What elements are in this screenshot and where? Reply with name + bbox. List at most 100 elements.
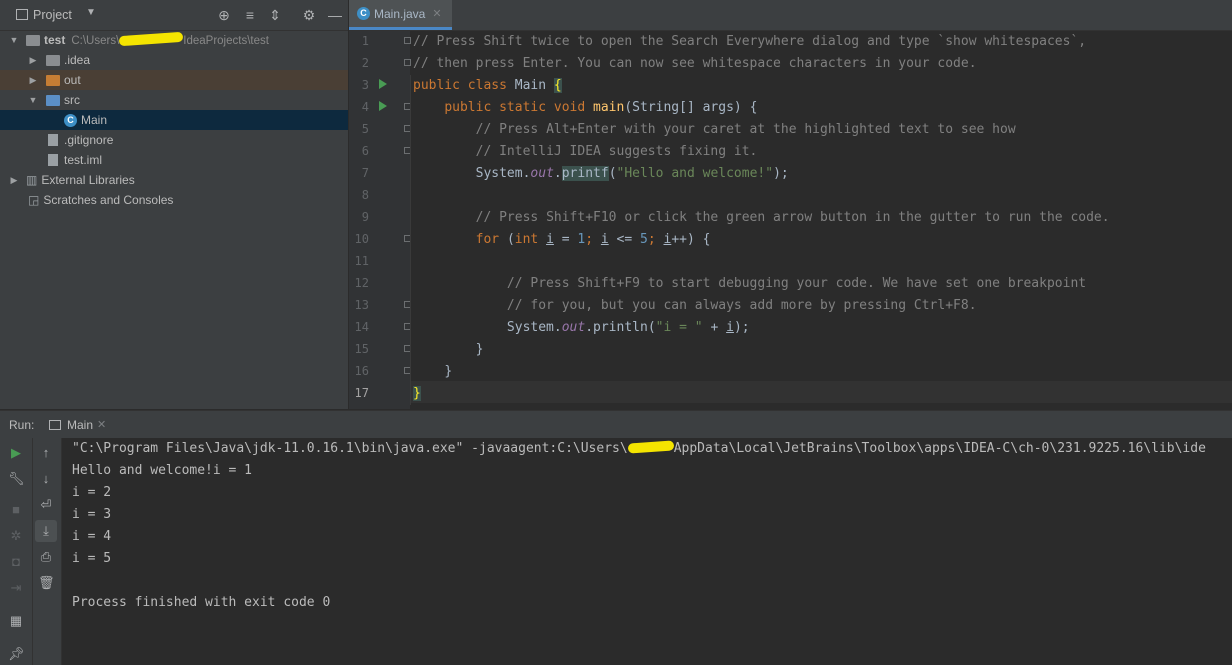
camera-icon[interactable]: ◘ [8, 554, 24, 570]
tree-item-scratches[interactable]: ◲ Scratches and Consoles [0, 190, 348, 210]
code-token: = [553, 232, 578, 247]
trash-icon[interactable]: 🗑︎ [38, 575, 55, 591]
tree-item-label: Main [81, 113, 108, 127]
brace: } [444, 364, 453, 379]
keyword: public static void [444, 100, 594, 115]
run-label: Run: [9, 418, 35, 432]
chevron-right-icon[interactable]: ▶ [8, 175, 20, 186]
console-icon [49, 419, 61, 430]
command-text: AppData\Local\JetBrains\Toolbox\apps\IDE… [673, 441, 1206, 456]
console-line: i = 3 [72, 507, 112, 522]
collapse-all-icon[interactable]: ⇕ [267, 7, 283, 23]
code-token: <= [608, 232, 641, 247]
code-token: ( [506, 232, 515, 247]
pin-icon[interactable]: 📌︎ [8, 646, 25, 662]
code-line-6: // IntelliJ IDEA suggests fixing it. [413, 141, 758, 163]
code-editor[interactable]: 1 2 3 4 5 6 7 8 9 10 11 12 13 14 15 16 1… [349, 31, 1232, 409]
tree-item-external-libraries[interactable]: ▶ ▥ External Libraries [0, 170, 348, 190]
print-icon[interactable]: ⎙ [38, 549, 54, 565]
code-line-9: // Press Shift+F10 or click the green ar… [413, 207, 1110, 229]
editor-tab-bar: C Main.java ✕ [349, 0, 1232, 31]
project-view-icon [16, 9, 28, 20]
minimize-icon[interactable]: — [327, 7, 343, 23]
java-class-icon: C [64, 113, 77, 127]
variable-i: i [546, 232, 554, 247]
run-tab-label: Main [67, 417, 94, 432]
tree-item-label: out [64, 73, 81, 87]
tree-item-test[interactable]: ▼ test C:\Users\ IdeaProjects\test [0, 30, 348, 50]
comment: // then press Enter. You can now see whi… [413, 56, 977, 71]
line-number: 7 [361, 166, 369, 180]
library-icon: ▥ [26, 173, 38, 187]
console-line: Hello and welcome!i = 1 [72, 463, 253, 478]
tree-item-src[interactable]: ▼ src [0, 90, 348, 110]
close-icon[interactable]: ✕ [432, 7, 441, 20]
chevron-right-icon[interactable]: ▶ [27, 75, 39, 86]
expand-all-icon[interactable]: ≡ [242, 7, 258, 23]
fold-marker-icon[interactable] [404, 59, 411, 66]
console-line: i = 2 [72, 485, 112, 500]
class-name: Main [514, 78, 554, 93]
code-line-16: } [413, 361, 452, 383]
gear-icon[interactable]: ⚙ [301, 7, 317, 23]
run-main-icon[interactable] [379, 101, 387, 111]
wrench-icon[interactable]: 🔧︎ [8, 471, 25, 487]
tree-item-main[interactable]: C Main [0, 110, 348, 130]
chevron-down-icon[interactable]: ▼ [27, 95, 39, 105]
code-line-10: for (int i = 1; i <= 5; i++) { [413, 229, 711, 251]
tree-item-gitignore[interactable]: .gitignore [0, 130, 348, 150]
arrow-up-icon[interactable]: ↑ [38, 445, 54, 461]
code-line-13: // for you, but you can always add more … [413, 295, 977, 317]
tree-item-out[interactable]: ▶ out [0, 70, 348, 90]
line-number: 15 [354, 342, 369, 356]
tab-main-java[interactable]: C Main.java ✕ [349, 0, 452, 30]
number-literal: 5 [640, 232, 648, 247]
console-line: i = 5 [72, 551, 112, 566]
tree-item-idea[interactable]: ▶ .idea [0, 50, 348, 70]
editor-gutter: 1 2 3 4 5 6 7 8 9 10 11 12 13 14 15 16 1… [349, 31, 411, 409]
brace: { [553, 78, 562, 93]
code-line-7: System.out.printf("Hello and welcome!"); [413, 163, 789, 185]
scratches-icon: ◲ [28, 193, 40, 207]
fold-marker-icon[interactable] [404, 37, 411, 44]
arrow-down-icon[interactable]: ↓ [38, 471, 54, 487]
code-line-17: } [413, 383, 421, 405]
line-number: 2 [361, 56, 369, 70]
exit-icon[interactable]: ⇥ [8, 580, 24, 596]
soft-wrap-icon[interactable]: ⏎ [38, 497, 54, 513]
console-exit-line: Process finished with exit code 0 [72, 595, 331, 610]
code-line-3: public class Main { [413, 75, 562, 97]
code-token: System. [475, 166, 531, 181]
code-token: ); [773, 166, 789, 181]
tree-item-label: .gitignore [64, 133, 114, 147]
chevron-down-icon[interactable]: ▼ [8, 35, 20, 45]
tab-label: Main.java [374, 6, 426, 21]
project-panel-header: Project ▼ ⊕ ≡ ⇕ ⚙ — [0, 0, 348, 31]
rerun-icon[interactable]: ▶ [8, 445, 24, 461]
current-line-highlight [410, 381, 1232, 403]
scroll-to-end-icon[interactable]: ⤓ [35, 520, 57, 542]
string-literal: "i = " [655, 320, 703, 335]
project-panel-title[interactable]: Project [33, 8, 72, 22]
close-icon[interactable]: ✕ [97, 418, 106, 431]
run-tab-main[interactable]: Main ✕ [49, 411, 106, 438]
brace: } [475, 342, 484, 357]
debug-icon[interactable]: ✲ [8, 528, 24, 544]
code-token: . [553, 166, 562, 181]
chevron-right-icon[interactable]: ▶ [27, 55, 39, 66]
stop-icon[interactable]: ■ [8, 502, 24, 518]
comment: // Press Shift+F10 or click the green ar… [475, 210, 1110, 225]
tree-item-label: test.iml [64, 153, 103, 167]
tree-item-test-iml[interactable]: test.iml [0, 150, 348, 170]
tree-item-label: Scratches and Consoles [43, 193, 174, 207]
chevron-down-icon[interactable]: ▼ [86, 7, 96, 18]
field-out: out [561, 320, 586, 335]
folder-icon [46, 74, 60, 86]
locate-icon[interactable]: ⊕ [216, 7, 232, 23]
run-class-icon[interactable] [379, 79, 387, 89]
layout-icon[interactable]: ▦ [8, 613, 24, 629]
console-output[interactable]: "C:\Program Files\Java\jdk-11.0.16.1\bin… [62, 438, 1232, 665]
highlighted-method[interactable]: printf [561, 166, 609, 181]
line-number: 9 [361, 210, 369, 224]
console-line: i = 4 [72, 529, 112, 544]
